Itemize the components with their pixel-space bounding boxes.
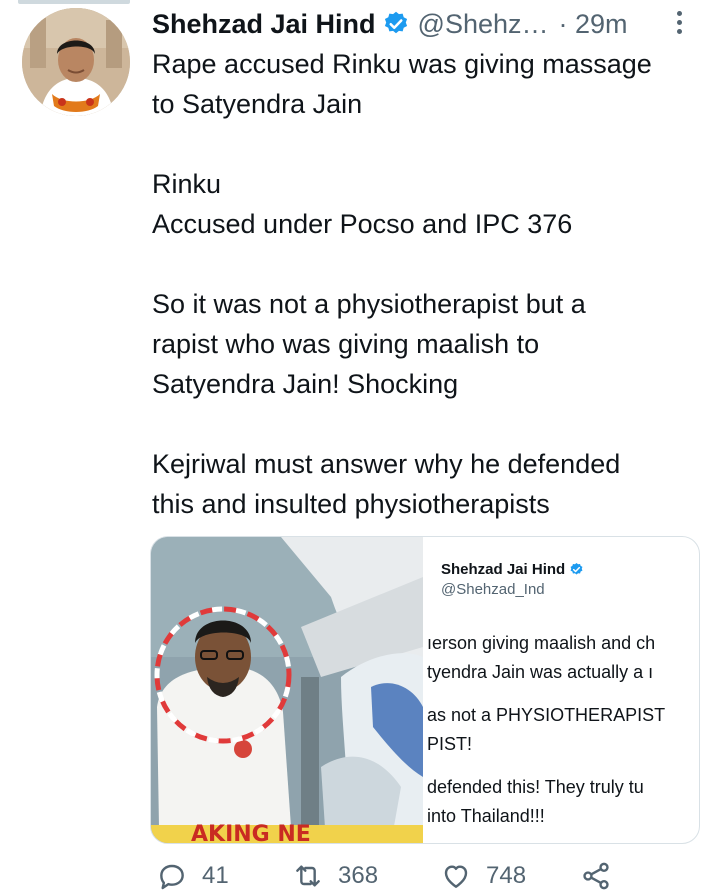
author-handle[interactable]: @Shehz…: [418, 9, 549, 40]
tweet-line: Accused under Pocso and IPC 376: [152, 209, 573, 239]
retweet-count: 368: [338, 862, 379, 889]
tweet-line: Rape accused Rinku was giving massage: [152, 49, 652, 79]
quoted-tweet-text: ıerson giving maalish and ch tyendra Jai…: [427, 629, 665, 831]
like-count: 748: [486, 862, 527, 889]
tweet-line: So it was not a physiotherapist but a: [152, 289, 586, 319]
tweet-text: Rape accused Rinku was giving massage to…: [152, 44, 712, 524]
share-icon: [583, 862, 609, 890]
media-caption-text: AKING NE: [191, 822, 311, 843]
quoted-author-name: Shehzad Jai Hind: [441, 561, 584, 578]
tweet-line: rapist who was giving maalish to: [152, 329, 540, 359]
share-button[interactable]: [580, 860, 626, 892]
quoted-line: tyendra Jain was actually a ı: [427, 662, 654, 682]
author-avatar[interactable]: [22, 8, 130, 116]
verified-badge-icon: [382, 10, 410, 38]
like-button[interactable]: 748: [440, 860, 526, 892]
quoted-tweet-body: Shehzad Jai Hind @Shehzad_Ind ıerson giv…: [427, 537, 699, 843]
quoted-line: ıerson giving maalish and ch: [427, 633, 656, 653]
retweet-icon: [296, 865, 320, 887]
tweet-line: Rinku: [152, 169, 222, 199]
tweet-timestamp[interactable]: · 29m: [559, 9, 628, 40]
quoted-line: as not a PHYSIOTHERAPIST: [427, 705, 666, 725]
tweet-header: Shehzad Jai Hind @Shehz… · 29m: [152, 4, 628, 44]
more-icon[interactable]: [672, 8, 686, 40]
tweet-line: this and insulted physiotherapists: [152, 489, 550, 519]
quoted-line: defended this! They truly tu: [427, 777, 644, 797]
tweet-actions: 41 368 748: [150, 860, 630, 890]
retweet-button[interactable]: 368: [292, 860, 378, 892]
author-name[interactable]: Shehzad Jai Hind: [152, 9, 376, 40]
like-icon: [444, 865, 468, 888]
tweet-line: Kejriwal must answer why he defended: [152, 449, 621, 479]
reply-button[interactable]: 41: [156, 860, 229, 892]
top-divider: [18, 0, 130, 4]
reply-icon: [160, 864, 184, 890]
quoted-line: PIST!: [427, 734, 473, 754]
reply-count: 41: [202, 862, 229, 889]
tweet-media-image[interactable]: AKING NE: [151, 537, 423, 843]
tweet-line: to Satyendra Jain: [152, 89, 363, 119]
quoted-author-handle: @Shehzad_Ind: [441, 581, 545, 598]
tweet-line: Satyendra Jain! Shocking: [152, 369, 459, 399]
quoted-tweet-card[interactable]: AKING NE Shehzad Jai Hind @Shehzad_Ind ı…: [150, 536, 700, 844]
quoted-line: into Thailand!!!: [427, 806, 545, 826]
verified-badge-icon: [569, 562, 584, 577]
